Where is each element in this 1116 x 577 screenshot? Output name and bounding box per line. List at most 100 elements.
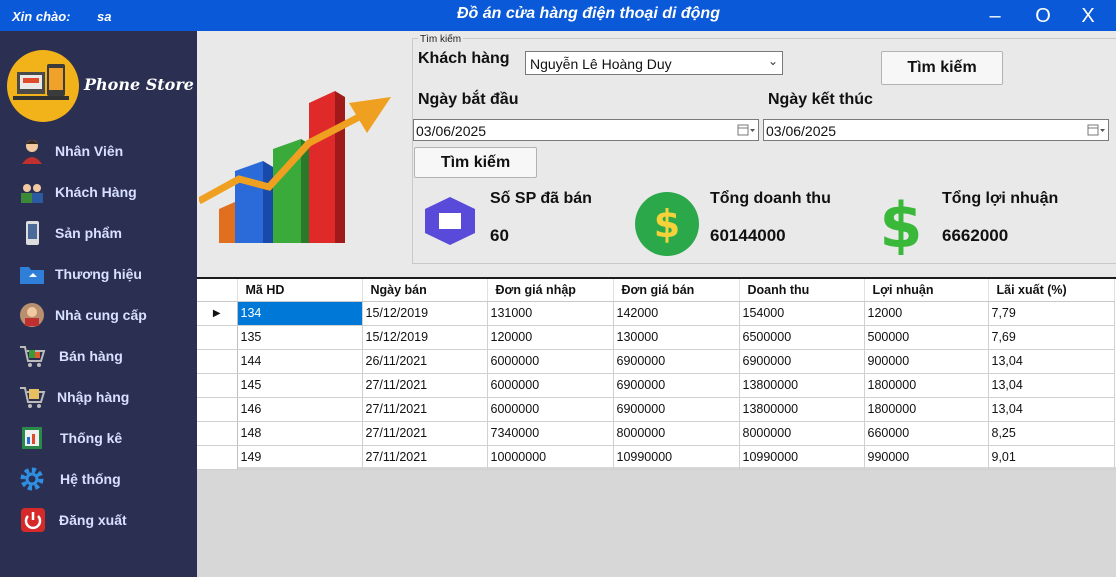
- sidebar-item-statistics[interactable]: Thống kê: [0, 419, 197, 457]
- table-cell[interactable]: 13,04: [988, 349, 1115, 374]
- table-row[interactable]: 144 26/11/2021 6000000 6900000 6900000 9…: [197, 349, 1115, 374]
- folder-icon: [20, 267, 44, 284]
- table-cell[interactable]: 1800000: [864, 397, 989, 422]
- table-cell[interactable]: 148: [237, 421, 363, 446]
- column-header[interactable]: Đơn giá bán: [613, 279, 740, 302]
- minimize-button[interactable]: –: [983, 4, 1007, 28]
- table-cell[interactable]: 6900000: [613, 373, 740, 398]
- close-button[interactable]: X: [1076, 4, 1100, 28]
- table-cell[interactable]: 144: [237, 349, 363, 374]
- table-row[interactable]: 145 27/11/2021 6000000 6900000 13800000 …: [197, 373, 1115, 398]
- table-cell[interactable]: 149: [237, 445, 363, 470]
- start-date-picker[interactable]: 03/06/2025: [413, 119, 759, 141]
- table-cell[interactable]: 500000: [864, 325, 989, 350]
- sidebar-item-label: Nhân Viên: [55, 143, 124, 159]
- table-cell[interactable]: 13,04: [988, 373, 1115, 398]
- column-header[interactable]: Đơn giá nhập: [487, 279, 614, 302]
- table-cell[interactable]: 660000: [864, 421, 989, 446]
- table-cell[interactable]: 131000: [487, 301, 614, 326]
- svg-text:$: $: [879, 191, 922, 255]
- customer-select[interactable]: Nguyễn Lê Hoàng Duy ⌄: [525, 51, 783, 75]
- table-cell[interactable]: 8,25: [988, 421, 1115, 446]
- row-header[interactable]: [197, 397, 238, 422]
- sidebar-item-customers[interactable]: Khách Hàng: [0, 173, 197, 211]
- sidebar-item-label: Bán hàng: [59, 348, 123, 364]
- column-header[interactable]: Mã HD: [237, 279, 363, 302]
- table-cell[interactable]: 142000: [613, 301, 740, 326]
- table-cell[interactable]: 15/12/2019: [362, 301, 488, 326]
- table-cell[interactable]: 6900000: [613, 349, 740, 374]
- invoice-table[interactable]: Mã HD Ngày bán Đơn giá nhập Đơn giá bán …: [197, 277, 1116, 470]
- table-cell[interactable]: 134: [237, 301, 363, 326]
- table-cell[interactable]: 9,01: [988, 445, 1115, 470]
- search-button-top[interactable]: Tìm kiếm: [881, 51, 1003, 85]
- table-row[interactable]: 149 27/11/2021 10000000 10990000 1099000…: [197, 445, 1115, 470]
- column-header[interactable]: Lãi xuất (%): [988, 279, 1115, 302]
- table-row[interactable]: 146 27/11/2021 6000000 6900000 13800000 …: [197, 397, 1115, 422]
- table-cell[interactable]: 12000: [864, 301, 989, 326]
- table-cell[interactable]: 6000000: [487, 373, 614, 398]
- customer-select-value: Nguyễn Lê Hoàng Duy: [530, 56, 672, 72]
- end-date-picker[interactable]: 03/06/2025: [763, 119, 1109, 141]
- table-cell[interactable]: 120000: [487, 325, 614, 350]
- column-header[interactable]: Doanh thu: [739, 279, 865, 302]
- sidebar-item-label: Nhà cung cấp: [55, 307, 147, 323]
- table-cell[interactable]: 7,79: [988, 301, 1115, 326]
- table-cell[interactable]: 6900000: [613, 397, 740, 422]
- table-cell[interactable]: 13800000: [739, 373, 865, 398]
- sidebar-item-sales[interactable]: Bán hàng: [0, 337, 197, 375]
- title-bar: Xin chào: sa Đồ án cửa hàng điện thoại d…: [0, 0, 1116, 31]
- table-cell[interactable]: 8000000: [613, 421, 740, 446]
- column-header[interactable]: Lợi nhuận: [864, 279, 989, 302]
- table-cell[interactable]: 27/11/2021: [362, 373, 488, 398]
- sidebar-item-label: Thống kê: [60, 430, 123, 446]
- sidebar-item-brands[interactable]: Thương hiệu: [0, 255, 197, 293]
- table-cell[interactable]: 10990000: [613, 445, 740, 470]
- row-header[interactable]: [197, 373, 238, 398]
- sidebar-item-products[interactable]: Sản phẩm: [0, 214, 197, 252]
- table-cell[interactable]: 8000000: [739, 421, 865, 446]
- table-cell[interactable]: 27/11/2021: [362, 397, 488, 422]
- table-cell[interactable]: 13,04: [988, 397, 1115, 422]
- table-cell[interactable]: 7340000: [487, 421, 614, 446]
- sidebar-item-suppliers[interactable]: Nhà cung cấp: [0, 296, 197, 334]
- sidebar-item-employees[interactable]: Nhân Viên: [0, 132, 197, 170]
- row-header[interactable]: [197, 325, 238, 350]
- table-row[interactable]: ▶ 134 15/12/2019 131000 142000 154000 12…: [197, 301, 1115, 326]
- table-cell[interactable]: 10990000: [739, 445, 865, 470]
- table-cell[interactable]: 154000: [739, 301, 865, 326]
- table-cell[interactable]: 13800000: [739, 397, 865, 422]
- table-cell[interactable]: 900000: [864, 349, 989, 374]
- sold-count-label: Số SP đã bán: [490, 190, 592, 207]
- sidebar-item-label: Hệ thống: [60, 471, 121, 487]
- sidebar-item-label: Đăng xuất: [59, 512, 127, 528]
- row-header[interactable]: [197, 445, 238, 470]
- maximize-button[interactable]: O: [1031, 4, 1055, 28]
- table-cell[interactable]: 146: [237, 397, 363, 422]
- search-groupbox-legend: Tìm kiếm: [418, 34, 464, 45]
- table-cell[interactable]: 1800000: [864, 373, 989, 398]
- table-cell[interactable]: 15/12/2019: [362, 325, 488, 350]
- table-cell[interactable]: 6900000: [739, 349, 865, 374]
- table-row[interactable]: 135 15/12/2019 120000 130000 6500000 500…: [197, 325, 1115, 350]
- table-cell[interactable]: 990000: [864, 445, 989, 470]
- table-row[interactable]: 148 27/11/2021 7340000 8000000 8000000 6…: [197, 421, 1115, 446]
- row-header[interactable]: [197, 421, 238, 446]
- table-cell[interactable]: 7,69: [988, 325, 1115, 350]
- table-cell[interactable]: 6500000: [739, 325, 865, 350]
- table-cell[interactable]: 6000000: [487, 397, 614, 422]
- table-cell[interactable]: 6000000: [487, 349, 614, 374]
- sidebar-item-logout[interactable]: Đăng xuất: [0, 501, 197, 539]
- table-cell[interactable]: 10000000: [487, 445, 614, 470]
- row-header[interactable]: [197, 349, 238, 374]
- sidebar-item-imports[interactable]: Nhập hàng: [0, 378, 197, 416]
- table-cell[interactable]: 135: [237, 325, 363, 350]
- table-cell[interactable]: 130000: [613, 325, 740, 350]
- table-cell[interactable]: 27/11/2021: [362, 445, 488, 470]
- table-cell[interactable]: 26/11/2021: [362, 349, 488, 374]
- table-cell[interactable]: 27/11/2021: [362, 421, 488, 446]
- sidebar-item-system[interactable]: Hệ thống: [0, 460, 197, 498]
- table-cell[interactable]: 145: [237, 373, 363, 398]
- column-header[interactable]: Ngày bán: [362, 279, 488, 302]
- search-button-date[interactable]: Tìm kiếm: [414, 147, 537, 178]
